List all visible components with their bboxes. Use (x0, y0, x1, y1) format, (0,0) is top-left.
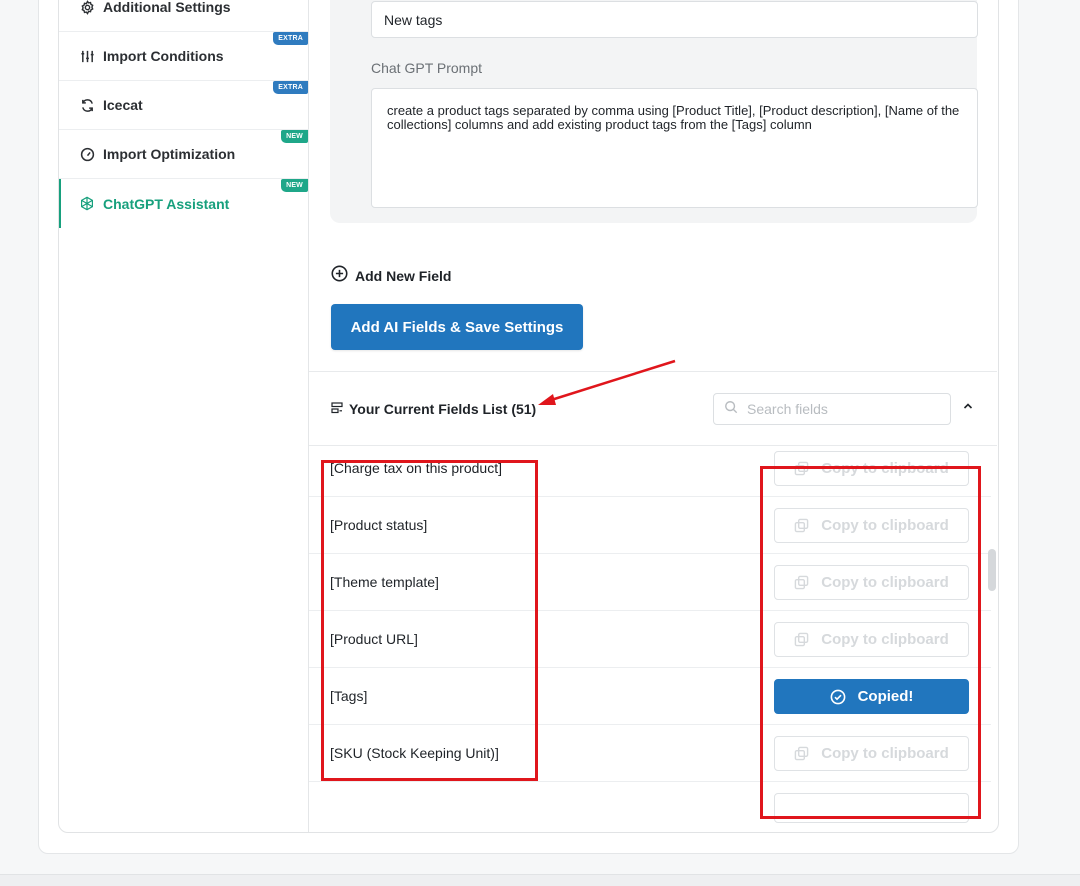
save-settings-button[interactable]: Add AI Fields & Save Settings (331, 304, 583, 350)
sidebar: Additional Settings Import Conditions EX… (59, 0, 309, 832)
extra-badge: EXTRA (273, 32, 308, 45)
refresh-icon (79, 97, 95, 113)
list-icon (331, 401, 343, 417)
prompt-label: Chat GPT Prompt (371, 60, 483, 76)
extra-badge: EXTRA (273, 81, 308, 94)
sliders-icon (79, 48, 95, 64)
annotation-box-field-names (321, 460, 538, 781)
add-new-field-button[interactable]: Add New Field (331, 265, 451, 287)
gauge-icon (79, 146, 95, 162)
fields-list-title-text: Your Current Fields List (51) (349, 401, 537, 417)
scrollbar-thumb[interactable] (988, 549, 996, 591)
search-icon (724, 400, 738, 419)
field-name-input[interactable] (371, 1, 978, 38)
sidebar-item-additional-settings[interactable]: Additional Settings (59, 0, 309, 32)
annotation-box-copy-buttons (760, 466, 981, 819)
sidebar-item-label: Additional Settings (103, 0, 231, 15)
search-input[interactable] (747, 401, 937, 417)
collapse-button[interactable] (960, 400, 976, 416)
sidebar-item-label: ChatGPT Assistant (103, 195, 230, 212)
sidebar-item-import-optimization[interactable]: Import Optimization NEW (59, 130, 309, 179)
sidebar-item-icecat[interactable]: Icecat EXTRA (59, 81, 309, 130)
search-field[interactable] (713, 393, 951, 425)
fields-list-title: Your Current Fields List (51) (331, 401, 536, 417)
page-footer-edge (0, 874, 1080, 886)
add-new-field-label: Add New Field (355, 268, 452, 284)
gear-icon (79, 0, 95, 15)
chevron-up-icon (962, 399, 974, 417)
sidebar-item-chatgpt-assistant[interactable]: ChatGPT Assistant NEW (59, 179, 309, 228)
ai-field-form: Chat GPT Prompt create a product tags se… (330, 0, 978, 223)
new-badge: NEW (281, 179, 308, 192)
new-badge: NEW (281, 130, 308, 143)
sidebar-item-label: Import Conditions (103, 48, 224, 64)
sidebar-item-label: Import Optimization (103, 146, 236, 162)
openai-icon (79, 196, 95, 212)
sidebar-item-label: Icecat (103, 97, 143, 113)
prompt-textarea[interactable]: create a product tags separated by comma… (371, 88, 978, 208)
plus-circle-icon (331, 265, 348, 287)
divider (309, 371, 997, 372)
sidebar-item-import-conditions[interactable]: Import Conditions EXTRA (59, 32, 309, 81)
